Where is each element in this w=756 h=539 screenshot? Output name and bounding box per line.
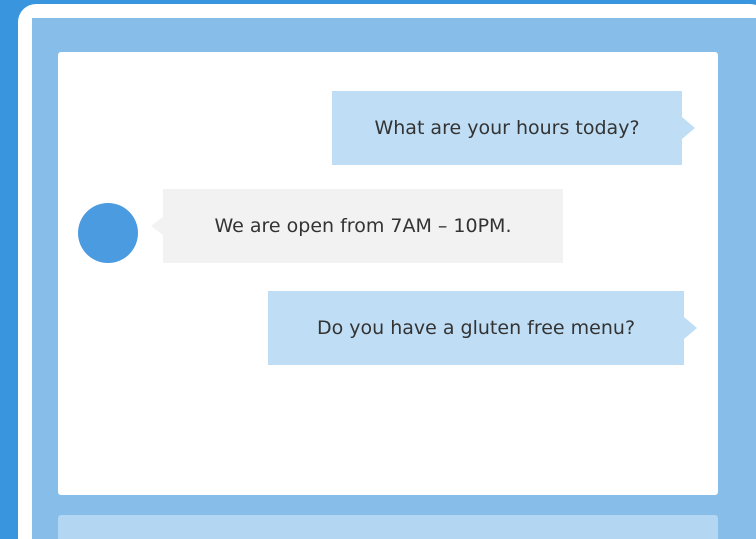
bot-message-bubble: We are open from 7AM – 10PM. — [151, 189, 563, 263]
chat-illustration: What are your hours today? We are open f… — [0, 0, 756, 539]
bot-avatar-icon — [78, 203, 138, 263]
message-input-bar[interactable] — [58, 515, 718, 539]
message-text: We are open from 7AM – 10PM. — [214, 215, 512, 237]
message-list: What are your hours today? We are open f… — [58, 52, 718, 495]
user-message-bubble: Do you have a gluten free menu? — [268, 291, 697, 365]
user-message-bubble: What are your hours today? — [332, 91, 695, 165]
message-text: Do you have a gluten free menu? — [316, 317, 636, 339]
message-text: What are your hours today? — [374, 117, 640, 139]
